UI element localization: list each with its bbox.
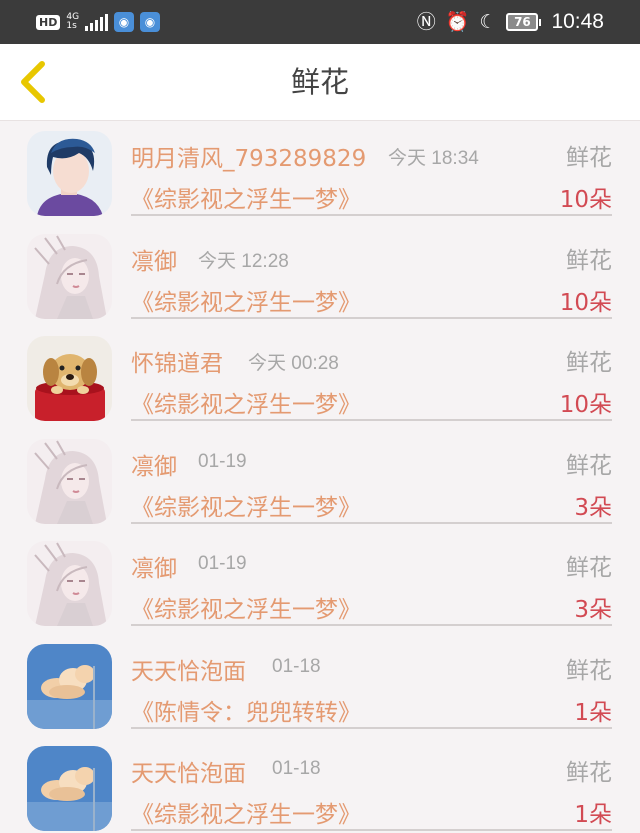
signal-icon — [85, 13, 109, 31]
dark-hair-boy-avatar — [27, 131, 112, 216]
list-item[interactable]: 怀锦道君 今天 00:28 鲜花《综影视之浮生一梦》 10朵 — [0, 327, 640, 430]
gift-type: 鲜花 — [566, 452, 612, 479]
top-nav-bar: 鲜花 — [0, 44, 640, 121]
book-title[interactable]: 《综影视之浮生一梦》 — [131, 283, 361, 317]
book-title[interactable]: 《陈情令：兜兜转转》 — [131, 693, 361, 727]
avatar[interactable] — [27, 746, 112, 831]
avatar[interactable] — [27, 233, 112, 319]
list-item[interactable]: 凛御 01-19 鲜花《综影视之浮生一梦》 3朵 — [0, 430, 640, 533]
user-name[interactable]: 天天恰泡面 — [131, 754, 246, 788]
list-item[interactable]: 天天恰泡面 01-18 鲜花《陈情令：兜兜转转》 1朵 — [0, 635, 640, 738]
avatar[interactable] — [27, 438, 112, 524]
avatar[interactable] — [27, 541, 112, 626]
moon-icon: ☾ — [479, 11, 497, 33]
timestamp: 今天 00:28 — [248, 353, 339, 374]
gift-type: 鲜花 — [566, 555, 612, 581]
network-sub: 1s — [66, 21, 77, 31]
white-hair-illustration-avatar — [27, 438, 112, 524]
timestamp: 01-18 — [272, 758, 321, 779]
status-left: HD 4G 1s ◉ ◉ — [36, 0, 161, 44]
gift-type: 鲜花 — [566, 760, 612, 786]
avatar[interactable] — [27, 336, 112, 421]
timestamp: 今天 12:28 — [198, 250, 289, 272]
gift-count: 10朵 — [559, 289, 612, 316]
gift-type: 鲜花 — [566, 350, 612, 376]
cloud-sky-avatar — [27, 643, 112, 729]
book-title[interactable]: 《综影视之浮生一梦》 — [131, 385, 361, 419]
avatar[interactable] — [27, 131, 112, 216]
gift-count: 1朵 — [574, 802, 612, 828]
puppy-photo-avatar — [27, 336, 112, 421]
book-title[interactable]: 《综影视之浮生一梦》 — [131, 180, 361, 214]
list-item[interactable]: 凛御 今天 12:28 鲜花《综影视之浮生一梦》 10朵 — [0, 225, 640, 328]
timestamp: 01-19 — [198, 450, 247, 472]
gift-count: 1朵 — [574, 699, 612, 726]
divider — [131, 214, 612, 216]
list-item[interactable]: 明月清风_793289829 今天 18:34 鲜花《综影视之浮生一梦》 10朵 — [0, 122, 640, 225]
gift-type: 鲜花 — [566, 247, 612, 274]
user-name[interactable]: 凛御 — [131, 549, 177, 583]
divider — [131, 419, 612, 421]
network-indicator: 4G 1s — [66, 13, 79, 31]
user-name[interactable]: 明月清风_793289829 — [131, 139, 366, 173]
clock: 10:48 — [551, 10, 604, 33]
page-title: 鲜花 — [290, 65, 349, 99]
white-hair-illustration-avatar — [27, 233, 112, 319]
list-item[interactable]: 天天恰泡面 01-18 鲜花《综影视之浮生一梦》 1朵 — [0, 737, 640, 833]
hd-indicator: HD — [36, 14, 61, 30]
avatar[interactable] — [27, 643, 112, 729]
user-name[interactable]: 天天恰泡面 — [131, 652, 246, 686]
user-name[interactable]: 凛御 — [131, 242, 177, 276]
gift-count: 3朵 — [574, 494, 612, 521]
timestamp: 01-18 — [272, 655, 321, 677]
list-item[interactable]: 凛御 01-19 鲜花《综影视之浮生一梦》 3朵 — [0, 532, 640, 635]
divider — [131, 316, 612, 319]
battery-icon: 76 — [506, 13, 542, 31]
divider — [131, 624, 612, 626]
gift-record-list: 明月清风_793289829 今天 18:34 鲜花 《综影视之浮生一梦》 10朵 凛御今… — [0, 122, 640, 833]
gift-type: 鲜花 — [566, 657, 612, 684]
cloud-sky-avatar — [27, 746, 112, 831]
divider — [131, 521, 612, 524]
timestamp: 今天 18:34 — [388, 148, 479, 169]
alarm-icon: ⏰ — [445, 11, 470, 33]
user-name[interactable]: 凛御 — [131, 447, 177, 481]
white-hair-illustration-avatar — [27, 541, 112, 626]
gift-count: 3朵 — [574, 597, 612, 623]
book-title[interactable]: 《综影视之浮生一梦》 — [131, 590, 361, 624]
gift-count: 10朵 — [559, 392, 612, 418]
notification-app-icon: ◉ — [140, 12, 161, 32]
timestamp: 01-19 — [198, 553, 247, 574]
notification-app-icon: ◉ — [114, 12, 135, 32]
divider — [131, 829, 612, 831]
user-name[interactable]: 怀锦道君 — [131, 344, 223, 378]
battery-level: 76 — [506, 13, 539, 31]
status-bar: HD 4G 1s ◉ ◉ Ⓝ ⏰ ☾ 76 10:48 — [0, 0, 640, 44]
status-right: Ⓝ ⏰ ☾ 76 10:48 — [417, 0, 604, 44]
nfc-icon: Ⓝ — [416, 11, 436, 33]
book-title[interactable]: 《综影视之浮生一梦》 — [131, 488, 361, 522]
gift-type: 鲜花 — [566, 145, 612, 171]
book-title[interactable]: 《综影视之浮生一梦》 — [131, 795, 361, 829]
divider — [131, 726, 612, 729]
gift-count: 10朵 — [559, 187, 612, 213]
